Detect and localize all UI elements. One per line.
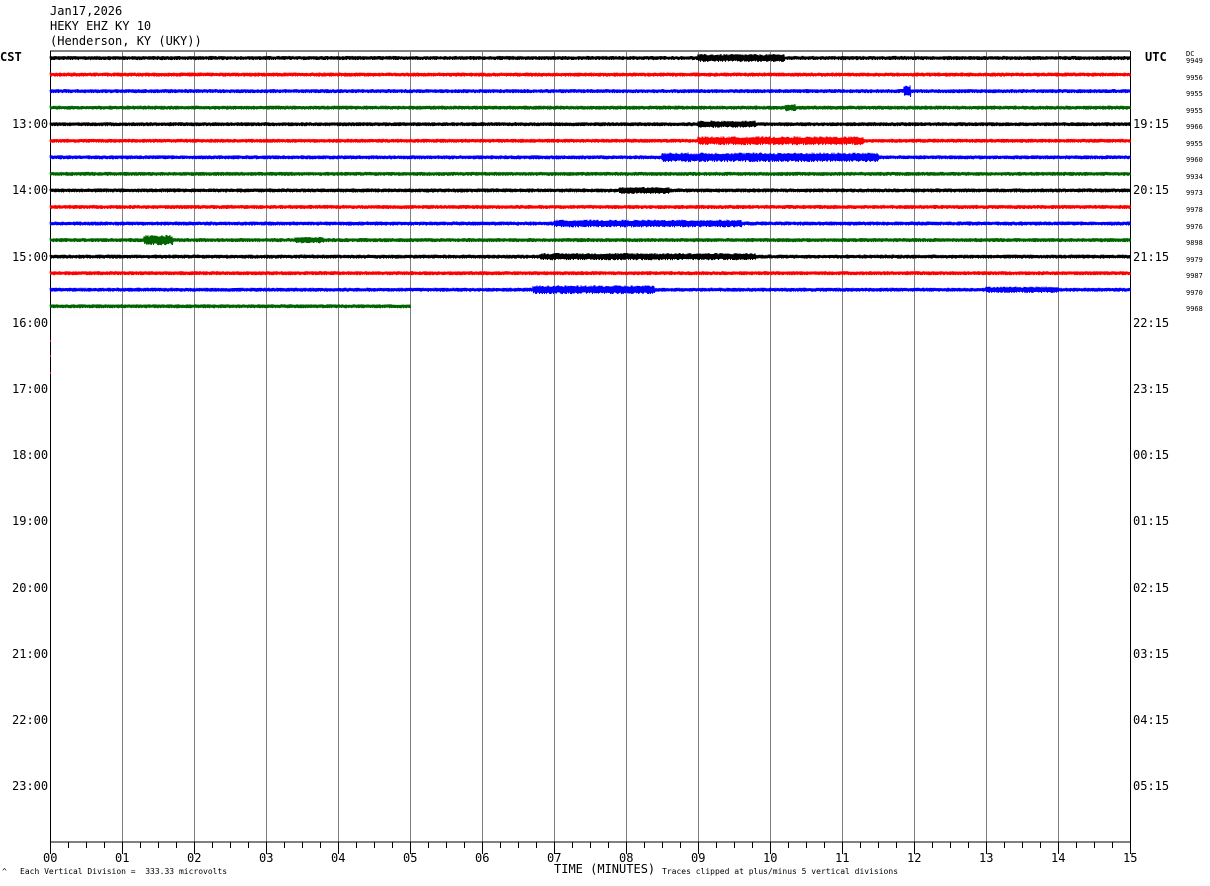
left-hour-label: 18:00 — [12, 448, 49, 463]
station-label: HEKY EHZ KY 10 — [50, 19, 152, 33]
date-label: Jan17,2026 — [50, 4, 123, 18]
right-hour-label: 05:15 — [1133, 779, 1170, 794]
dc-value-row-14: 9970 — [1186, 288, 1203, 297]
left-hour-label: 14:00 — [12, 183, 49, 198]
dc-value-row-0: 9949 — [1186, 57, 1203, 65]
location-label: (Henderson, KY (UKY)) — [50, 34, 202, 48]
dc-value-row-7: 9934 — [1186, 172, 1203, 181]
trace-row-11 — [49, 234, 1131, 246]
left-hour-label: 15:00 — [12, 249, 49, 264]
dc-value-row-2: 9955 — [1186, 90, 1203, 99]
dc-value-row-11: 9898 — [1186, 239, 1203, 248]
seismic-traces — [49, 53, 1131, 374]
right-hour-label: 03:15 — [1133, 646, 1170, 661]
trace-row-0 — [49, 53, 1131, 63]
trace-row-13 — [49, 271, 1131, 276]
trace-row-14 — [49, 285, 1131, 295]
x-tick-label-03: 03 — [259, 851, 274, 865]
x-tick-label-06: 06 — [475, 851, 490, 865]
dc-value-row-5: 9955 — [1186, 139, 1203, 148]
right-timezone-label: UTC — [1145, 50, 1167, 64]
dc-value-row-6: 9960 — [1186, 156, 1203, 165]
trace-row-9 — [49, 204, 1131, 209]
trace-row-5 — [49, 136, 1131, 146]
x-tick-label-09: 09 — [691, 851, 706, 865]
dc-value-row-15: 9968 — [1186, 305, 1203, 314]
x-tick-label-04: 04 — [331, 851, 346, 865]
trace-row-6 — [49, 152, 1131, 163]
trace-row-2 — [49, 85, 1131, 98]
trace-row-10 — [49, 219, 1131, 228]
data-fragment — [50, 340, 51, 342]
x-tick-label-01: 01 — [115, 851, 130, 865]
left-hour-label: 19:00 — [12, 514, 49, 529]
x-tick-label-00: 00 — [43, 851, 58, 865]
x-axis-title: TIME (MINUTES) — [554, 862, 656, 876]
right-hour-label: 04:15 — [1133, 713, 1170, 727]
helicorder-plot — [49, 50, 1131, 854]
trace-row-8 — [49, 186, 1131, 194]
dc-value-row-3: 9955 — [1186, 106, 1203, 115]
trace-row-4 — [49, 120, 1131, 128]
trace-row-3 — [49, 104, 1131, 112]
dc-value-row-4: 9966 — [1186, 123, 1203, 132]
left-timezone-label: CST — [0, 50, 22, 64]
x-tick-label-12: 12 — [907, 851, 922, 865]
trace-row-1 — [49, 72, 1131, 77]
left-hour-label: 21:00 — [12, 646, 49, 661]
trace-row-12 — [49, 252, 1131, 261]
clip-note: Traces clipped at plus/minus 5 vertical … — [662, 867, 899, 876]
time-axis — [50, 841, 1131, 854]
corner-mark: ^ — [2, 867, 7, 876]
data-fragment — [50, 372, 51, 374]
right-hour-label: 19:15 — [1133, 117, 1170, 132]
right-hour-label: 20:15 — [1133, 183, 1170, 198]
left-hour-label: 23:00 — [12, 779, 49, 794]
division-note: Each Vertical Division = 333.33 microvol… — [20, 867, 228, 876]
x-tick-label-10: 10 — [763, 851, 778, 865]
left-hour-label: 13:00 — [12, 117, 49, 132]
trace-row-15 — [49, 304, 411, 309]
dc-value-row-9: 9978 — [1186, 205, 1203, 214]
dc-value-row-10: 9976 — [1186, 222, 1203, 231]
left-hour-label: 20:00 — [12, 580, 49, 595]
left-hour-label: 17:00 — [12, 382, 49, 396]
left-hour-label: 22:00 — [12, 713, 49, 727]
trace-row-7 — [49, 171, 1131, 176]
right-hour-label: 02:15 — [1133, 580, 1170, 595]
dc-value-row-13: 9987 — [1186, 272, 1203, 281]
data-fragment — [50, 355, 51, 357]
dc-value-row-1: 9956 — [1186, 73, 1203, 82]
x-tick-label-02: 02 — [187, 851, 202, 865]
right-hour-label: 22:15 — [1133, 315, 1170, 330]
x-tick-label-15: 15 — [1123, 851, 1138, 865]
right-hour-label: 23:15 — [1133, 382, 1170, 396]
right-hour-label: 21:15 — [1133, 249, 1170, 264]
x-tick-label-11: 11 — [835, 851, 850, 865]
x-tick-label-14: 14 — [1051, 851, 1066, 865]
left-hour-label: 16:00 — [12, 315, 49, 330]
dc-value-row-8: 9973 — [1186, 189, 1203, 198]
x-tick-label-13: 13 — [979, 851, 994, 865]
right-hour-label: 00:15 — [1133, 448, 1170, 463]
dc-value-row-12: 9979 — [1186, 255, 1203, 264]
right-hour-label: 01:15 — [1133, 514, 1170, 529]
x-tick-label-05: 05 — [403, 851, 418, 865]
minute-grid — [50, 50, 1131, 842]
